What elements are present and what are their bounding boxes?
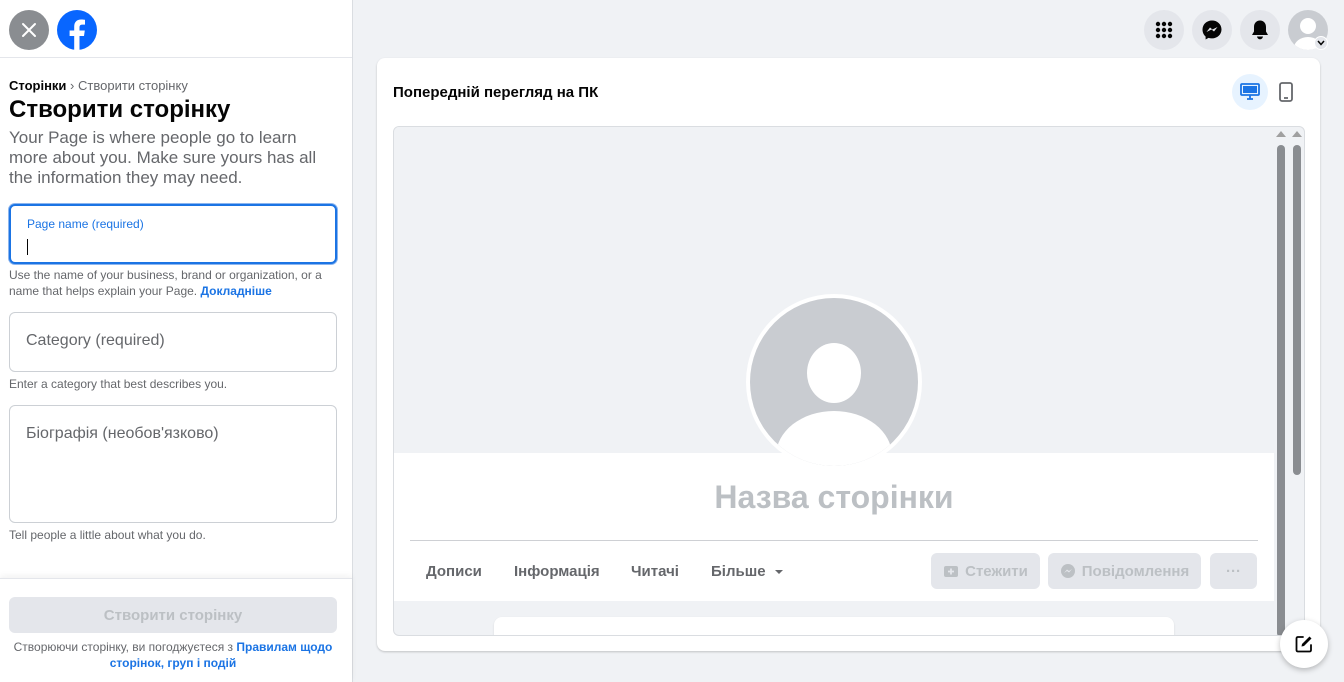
message-label: Повідомлення (1081, 562, 1190, 580)
page-preview-frame: Назва сторінки Дописи Інформація Читачі … (393, 126, 1305, 636)
breadcrumb-current: Створити сторінку (78, 78, 188, 93)
page-description: Your Page is where people go to learn mo… (9, 128, 317, 187)
content-card-placeholder (494, 617, 1174, 635)
profile-picture-placeholder (750, 298, 918, 466)
menu-grid-icon (1155, 21, 1173, 39)
preview-page-name: Назва сторінки (714, 479, 954, 515)
breadcrumb-pages-link[interactable]: Сторінки (9, 78, 66, 93)
tab-about: Інформація (514, 563, 600, 580)
create-page-sidebar: Сторінки › Створити сторінку Створити ст… (0, 0, 353, 682)
page-name-help-text: Use the name of your business, brand or … (9, 268, 322, 298)
scroll-up-arrow-icon[interactable] (1292, 131, 1302, 137)
terms-text: Створюючи сторінку, ви погоджуєтеся з (13, 640, 237, 654)
bio-placeholder: Біографія (необов'язково) (26, 425, 219, 442)
page-name-field[interactable]: Page name (required) (9, 204, 337, 264)
tabs-divider (410, 540, 1258, 541)
bio-help: Tell people a little about what you do. (9, 528, 206, 542)
messenger-icon (1202, 20, 1222, 40)
create-page-button[interactable]: Створити сторінку (9, 597, 337, 633)
outer-scrollbar[interactable] (1289, 127, 1304, 635)
notifications-icon (1252, 20, 1268, 40)
follow-icon (944, 566, 959, 577)
inner-scroll-thumb[interactable] (1277, 145, 1285, 635)
tab-more-label: Більше (711, 563, 766, 580)
mobile-preview-button[interactable] (1268, 74, 1304, 110)
text-cursor (27, 239, 28, 255)
tab-more: Більше (711, 563, 784, 580)
terms-notice: Створюючи сторінку, ви погоджуєтеся з Пр… (9, 639, 337, 671)
desktop-preview-button[interactable] (1232, 74, 1268, 110)
notifications-button[interactable] (1240, 10, 1280, 50)
close-icon (22, 23, 36, 37)
follow-label: Стежити (965, 562, 1028, 580)
account-menu-badge[interactable] (1314, 36, 1328, 50)
close-button[interactable] (9, 10, 49, 50)
outer-scroll-thumb[interactable] (1293, 145, 1301, 475)
scroll-up-arrow-icon[interactable] (1276, 131, 1286, 137)
messenger-small-icon (1060, 564, 1075, 578)
category-field[interactable]: Category (required) (9, 312, 337, 372)
caret-down-icon (774, 570, 783, 574)
tab-posts: Дописи (426, 563, 482, 580)
chevron-down-icon (1317, 40, 1325, 46)
desktop-preview-card: Попередній перегляд на ПК Назва сторінки… (377, 58, 1320, 651)
bio-field[interactable]: Біографія (необов'язково) (9, 405, 337, 523)
default-avatar-icon (776, 343, 892, 466)
category-help: Enter a category that best describes you… (9, 377, 228, 391)
tab-followers: Читачі (631, 563, 679, 580)
preview-title: Попередній перегляд на ПК (393, 84, 599, 101)
breadcrumb-separator: › (66, 78, 78, 93)
desktop-icon (1240, 83, 1260, 100)
more-options-label: ··· (1226, 562, 1241, 580)
sidebar-footer: Створити сторінку Створюючи сторінку, ви… (0, 578, 352, 682)
page-name-help: Use the name of your business, brand or … (9, 267, 334, 299)
compose-button[interactable] (1280, 620, 1328, 668)
inner-scrollbar[interactable] (1273, 127, 1289, 635)
sidebar-header (0, 0, 352, 58)
edit-icon (1295, 636, 1312, 653)
menu-button[interactable] (1144, 10, 1184, 50)
page-name-label: Page name (required) (27, 217, 144, 231)
learn-more-link[interactable]: Докладніше (200, 284, 271, 298)
follow-button: Стежити (931, 553, 1040, 589)
more-options-button: ··· (1210, 553, 1257, 589)
category-placeholder: Category (required) (26, 332, 165, 349)
breadcrumb: Сторінки › Створити сторінку (9, 78, 188, 93)
message-button: Повідомлення (1048, 553, 1201, 589)
page-title: Створити сторінку (9, 96, 231, 123)
messenger-button[interactable] (1192, 10, 1232, 50)
mobile-icon (1279, 82, 1293, 102)
facebook-logo-icon[interactable] (57, 10, 97, 50)
